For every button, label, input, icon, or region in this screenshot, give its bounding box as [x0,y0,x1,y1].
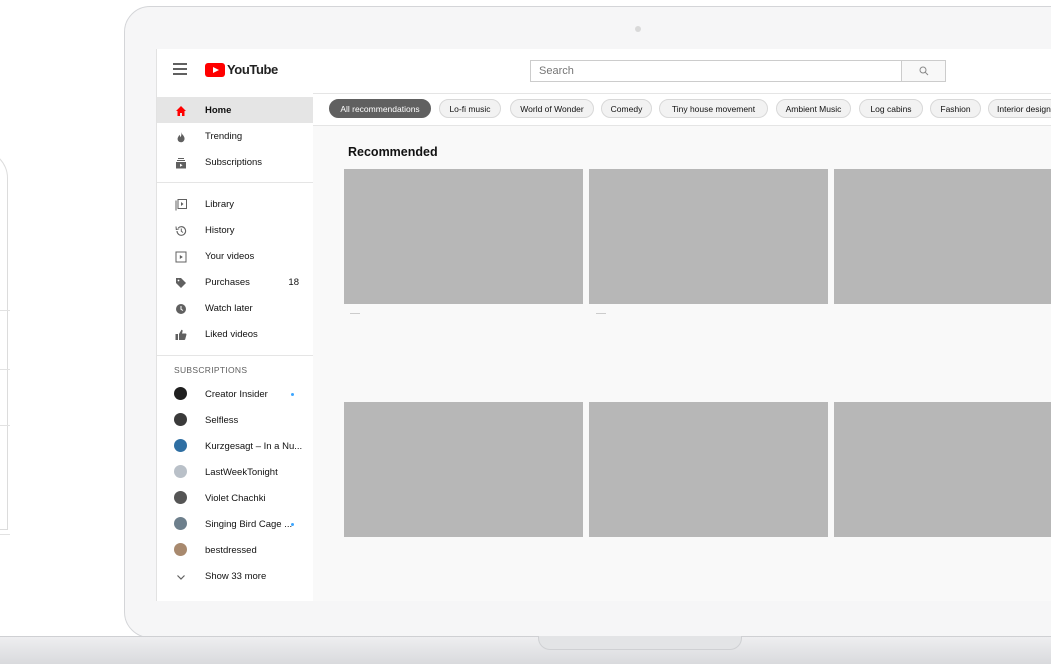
youtube-logo[interactable]: YouTube [205,62,278,77]
subscription-label: LastWeekTonight [205,466,278,478]
top-bar: YouTube [157,49,1051,93]
show-more-label: Show 33 more [205,570,267,582]
sidebar-divider [157,355,313,356]
video-thumbnail[interactable] [834,169,1051,304]
subscriptions-section-title: SUBSCRIPTIONS [174,365,248,375]
search-button[interactable] [902,60,946,82]
search-icon [919,66,928,76]
subscription-item[interactable]: bestdressed [157,537,313,563]
sidebar-item-watch-later[interactable]: Watch later [157,295,313,321]
sidebar-item-label: Purchases [205,276,250,288]
video-thumbnail[interactable] [344,169,583,304]
hamburger-menu-icon[interactable] [173,63,187,75]
chip-all-recommendations[interactable]: All recommendations [329,99,431,118]
flame-icon [174,130,187,143]
sidebar: Home Trending Subscriptions Library Hist… [157,93,313,601]
chip-ambient-music[interactable]: Ambient Music [776,99,851,118]
sidebar-item-purchases[interactable]: Purchases 18 [157,269,313,295]
chip-comedy[interactable]: Comedy [601,99,652,118]
search-input[interactable] [531,61,901,81]
sidebar-item-label: Subscriptions [205,156,263,168]
sidebar-divider [157,182,313,183]
chip-fashion[interactable]: Fashion [930,99,981,118]
sidebar-item-library[interactable]: Library [157,191,313,217]
youtube-play-icon [205,62,225,77]
sidebar-item-liked-videos[interactable]: Liked videos [157,321,313,347]
sidebar-item-history[interactable]: History [157,217,313,243]
webcam [635,26,641,32]
subscription-item[interactable]: Singing Bird Cage ... [157,511,313,537]
purchases-count: 18 [288,276,299,288]
chip-tiny-house-movement[interactable]: Tiny house movement [659,99,768,118]
library-icon [174,198,187,211]
history-icon [174,224,187,237]
chip-log-cabins[interactable]: Log cabins [859,99,923,118]
new-content-dot [291,393,294,396]
channel-avatar [174,465,187,478]
sidebar-item-trending[interactable]: Trending [157,123,313,149]
your-videos-icon [174,250,187,263]
show-more-button[interactable]: Show 33 more [157,563,313,589]
sidebar-item-label: History [205,224,235,236]
channel-avatar [174,413,187,426]
chevron-down-icon [174,570,187,583]
sidebar-item-label: Liked videos [205,328,258,340]
channel-avatar [174,517,187,530]
new-content-dot [291,523,294,526]
subscription-item[interactable]: Creator Insider [157,381,313,407]
channel-avatar [174,387,187,400]
video-thumbnail[interactable] [589,402,828,537]
chip-bar: All recommendations Lo-fi music World of… [313,93,1051,126]
subscription-item[interactable]: Violet Chachki [157,485,313,511]
chip-lo-fi-music[interactable]: Lo-fi music [439,99,501,118]
background-device-edge [0,425,10,535]
subscription-label: Selfless [205,414,239,426]
subscription-item[interactable]: LastWeekTonight [157,459,313,485]
channel-avatar [174,439,187,452]
sidebar-item-subscriptions[interactable]: Subscriptions [157,149,313,175]
subscriptions-icon [174,156,187,169]
sidebar-item-label: Library [205,198,235,210]
search-box [530,60,902,82]
sidebar-item-home[interactable]: Home [157,97,313,123]
video-thumbnail[interactable] [589,169,828,304]
subscription-label: Violet Chachki [205,492,266,504]
subscription-label: Singing Bird Cage ... [205,518,293,530]
clock-icon [174,302,187,315]
sidebar-item-your-videos[interactable]: Your videos [157,243,313,269]
subscription-label: Creator Insider [205,388,268,400]
section-title: Recommended [348,145,438,159]
sidebar-item-label: Your videos [205,250,255,262]
home-icon [174,104,187,117]
channel-avatar [174,491,187,504]
laptop-base [0,636,1051,664]
laptop-mockup: YouTube Home Trending Subscriptions [0,0,1051,664]
thumbs-up-icon [174,328,187,341]
subscription-label: bestdressed [205,544,257,556]
channel-avatar [174,543,187,556]
sidebar-item-label: Trending [205,130,243,142]
chip-interior-design[interactable]: Interior design [988,99,1051,118]
laptop-notch [538,636,742,650]
video-thumbnail[interactable] [344,402,583,537]
chip-world-of-wonder[interactable]: World of Wonder [510,99,594,118]
sidebar-item-label: Watch later [205,302,253,314]
subscription-item[interactable]: Kurzgesagt – In a Nu... [157,433,313,459]
video-meta-placeholder [596,313,606,314]
subscription-item[interactable]: Selfless [157,407,313,433]
video-meta-placeholder [350,313,360,314]
logo-text: YouTube [227,62,278,77]
background-device-edge [0,310,10,370]
subscription-label: Kurzgesagt – In a Nu... [205,440,303,452]
youtube-screen: YouTube Home Trending Subscriptions [156,49,1051,601]
sidebar-item-label: Home [205,104,232,116]
video-thumbnail[interactable] [834,402,1051,537]
tag-icon [174,276,187,289]
